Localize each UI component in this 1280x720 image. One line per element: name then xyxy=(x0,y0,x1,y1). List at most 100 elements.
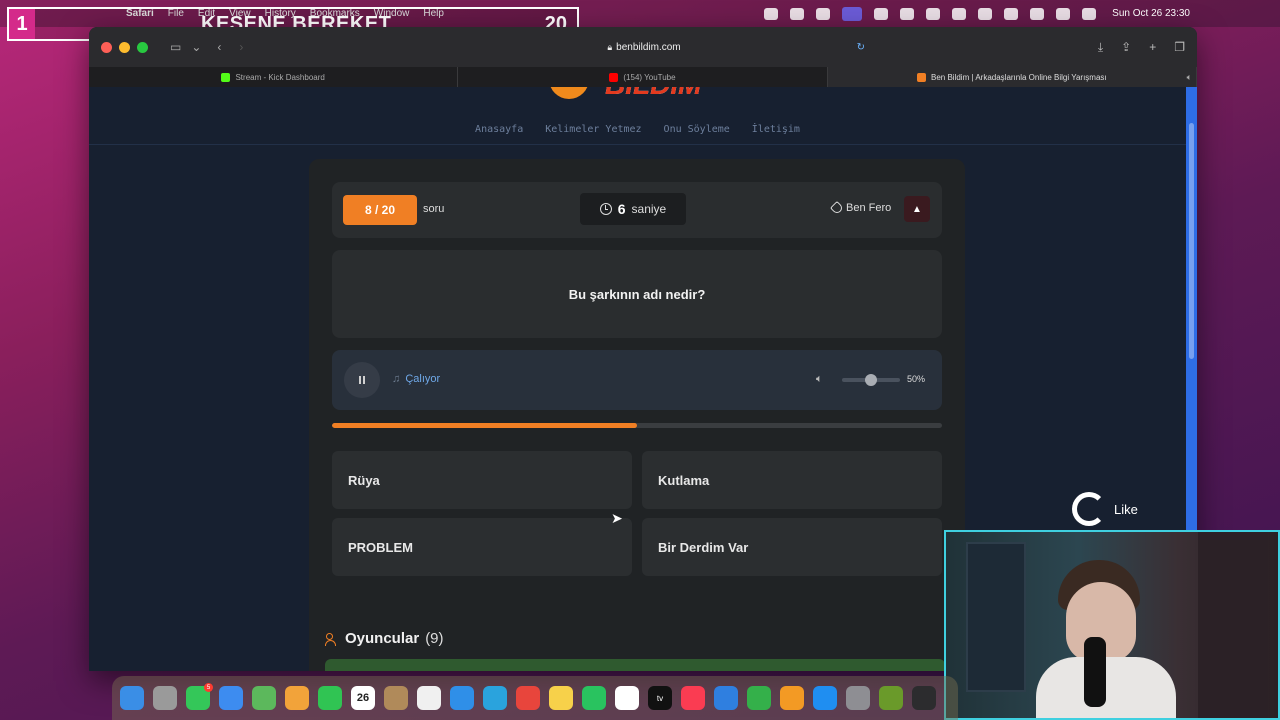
dock-numbers-icon[interactable] xyxy=(747,686,771,710)
forward-icon[interactable]: › xyxy=(239,40,243,54)
pause-icon-bar xyxy=(363,376,365,384)
like-label: Like xyxy=(1114,501,1138,517)
nav-onu-soyleme[interactable]: Onu Söyleme xyxy=(664,124,730,135)
dock-facetime-icon[interactable] xyxy=(318,686,342,710)
logo-text: BILDIM xyxy=(605,87,701,101)
warning-icon: ▲ xyxy=(912,203,922,215)
search-icon[interactable] xyxy=(1056,7,1071,20)
site-nav: Anasayfa Kelimeler Yetmez Onu Söyleme İl… xyxy=(89,115,1186,145)
minimize-button[interactable] xyxy=(119,41,130,53)
microphone-icon xyxy=(1084,637,1106,707)
status-icon-e[interactable] xyxy=(900,7,915,20)
dock-launchpad-icon[interactable] xyxy=(153,686,177,710)
like-logo-icon xyxy=(1072,492,1106,526)
dock-calendar-icon[interactable]: 26 xyxy=(351,686,375,710)
like-widget: Like xyxy=(1072,492,1138,526)
nav-iletisim[interactable]: İletişim xyxy=(752,124,800,135)
dock-photos-icon[interactable] xyxy=(285,686,309,710)
control-center-icon[interactable] xyxy=(1082,7,1097,20)
nav-home[interactable]: Anasayfa xyxy=(475,124,523,135)
dock-maps-icon[interactable] xyxy=(252,686,276,710)
countdown-timer: 6 saniye xyxy=(580,193,686,225)
reload-icon[interactable]: ↻ xyxy=(857,42,865,53)
status-icon-a[interactable] xyxy=(764,7,779,20)
dock-appstore-icon[interactable] xyxy=(813,686,837,710)
new-tab-icon[interactable]: + xyxy=(1149,40,1156,55)
time-progress-bar xyxy=(332,423,942,428)
mouse-cursor-icon: ➤ xyxy=(611,510,623,526)
toolbar-actions: ⤓ ⇪ + ❐ xyxy=(1098,40,1185,55)
tab-bar: Stream - Kick Dashboard (154) YouTube Be… xyxy=(89,67,1197,87)
dock-chrome-icon[interactable] xyxy=(516,686,540,710)
menubar-clock[interactable]: Sun Oct 26 23:30 xyxy=(1112,8,1190,19)
music-note-icon: ♫ xyxy=(392,373,401,385)
close-button[interactable] xyxy=(101,41,112,53)
wifi-icon[interactable] xyxy=(1030,7,1045,20)
safari-toolbar: ▭ ⌄ ‹ › 🔒︎ benbildim.com ↻ ⤓ ⇪ + ❐ xyxy=(89,27,1197,67)
battery-icon[interactable] xyxy=(1004,7,1019,20)
download-icon[interactable]: ⤓ xyxy=(1098,40,1103,55)
chevron-down-icon[interactable]: ⌄ xyxy=(191,40,201,54)
dock-finder-icon[interactable] xyxy=(120,686,144,710)
volume-icon[interactable]: 🔈︎ xyxy=(816,373,823,386)
pause-button[interactable] xyxy=(344,362,380,398)
nav-kelimeler-yetmez[interactable]: Kelimeler Yetmez xyxy=(545,124,641,135)
notification-badge: 5 xyxy=(204,683,213,692)
status-icon-f[interactable] xyxy=(926,7,941,20)
tab-label: Stream - Kick Dashboard xyxy=(235,72,325,82)
answer-option-4[interactable]: Bir Derdim Var xyxy=(642,518,942,576)
dock-safari-icon[interactable] xyxy=(450,686,474,710)
benbildim-favicon-icon xyxy=(917,72,926,82)
tag-icon xyxy=(829,200,845,216)
volume-percent: 50% xyxy=(907,374,926,384)
pause-icon xyxy=(359,376,361,384)
timer-unit: saniye xyxy=(631,202,667,216)
scrollbar-thumb[interactable] xyxy=(1189,123,1194,359)
kick-favicon-icon xyxy=(221,72,231,82)
dock-whatsapp-icon[interactable] xyxy=(582,686,606,710)
dock-game-icon[interactable] xyxy=(879,686,903,710)
status-icon-b[interactable] xyxy=(790,7,805,20)
dock-notes-icon[interactable] xyxy=(549,686,573,710)
status-bar-right: Sun Oct 26 23:30 xyxy=(764,6,1190,21)
dock-messages-icon[interactable]: 5 xyxy=(186,683,213,710)
status-icon-d[interactable] xyxy=(874,7,889,20)
dock-settings-icon[interactable] xyxy=(846,686,870,710)
tab-kick[interactable]: Stream - Kick Dashboard xyxy=(89,67,459,87)
back-icon[interactable]: ‹ xyxy=(217,40,221,54)
speaker-icon[interactable]: 🔈︎ xyxy=(1187,72,1192,83)
quiz-topbar: 8 / 20 soru 6 saniye Ben Fero ▲ xyxy=(332,182,942,238)
tab-benbildim[interactable]: Ben Bildim | Arkadaşlarınla Online Bilgi… xyxy=(827,67,1197,87)
dock-music-icon[interactable] xyxy=(681,686,705,710)
screen-share-icon[interactable] xyxy=(842,6,863,21)
answer-option-1[interactable]: Rüya xyxy=(332,451,632,509)
dock-pages-icon[interactable] xyxy=(780,686,804,710)
dock-keynote-icon[interactable] xyxy=(714,686,738,710)
status-icon-g[interactable] xyxy=(952,7,967,20)
tab-label: Ben Bildim | Arkadaşlarınla Online Bilgi… xyxy=(931,72,1107,82)
tab-overview-icon[interactable]: ❐ xyxy=(1174,40,1185,55)
dock-contacts-icon[interactable] xyxy=(384,686,408,710)
site-logo[interactable]: BILDIM xyxy=(549,87,729,107)
volume-slider[interactable] xyxy=(842,374,900,386)
dock-freeform-icon[interactable] xyxy=(615,686,639,710)
dock-telegram-icon[interactable] xyxy=(483,686,507,710)
dock-grid-icon[interactable] xyxy=(912,686,936,710)
report-button[interactable]: ▲ xyxy=(904,196,930,222)
tab-youtube[interactable]: (154) YouTube xyxy=(458,67,828,87)
dock-appletv-icon[interactable]: tv xyxy=(648,686,672,710)
share-icon[interactable]: ⇪ xyxy=(1121,40,1131,55)
answer-option-2[interactable]: Kutlama xyxy=(642,451,942,509)
player-name: Ben Fero xyxy=(846,202,892,214)
player-tag: Ben Fero xyxy=(829,200,892,216)
play-icon[interactable] xyxy=(978,7,993,20)
dock-reminders-icon[interactable] xyxy=(417,686,441,710)
status-icon-c[interactable] xyxy=(816,7,831,20)
address-bar[interactable]: 🔒︎ benbildim.com xyxy=(419,35,869,59)
zoom-button[interactable] xyxy=(137,41,148,53)
answer-option-3[interactable]: PROBLEM xyxy=(332,518,632,576)
webcam-background xyxy=(1198,532,1268,718)
sidebar-icon[interactable]: ▭ xyxy=(170,40,181,54)
volume-slider-handle[interactable] xyxy=(865,374,877,386)
dock-mail-icon[interactable] xyxy=(219,686,243,710)
